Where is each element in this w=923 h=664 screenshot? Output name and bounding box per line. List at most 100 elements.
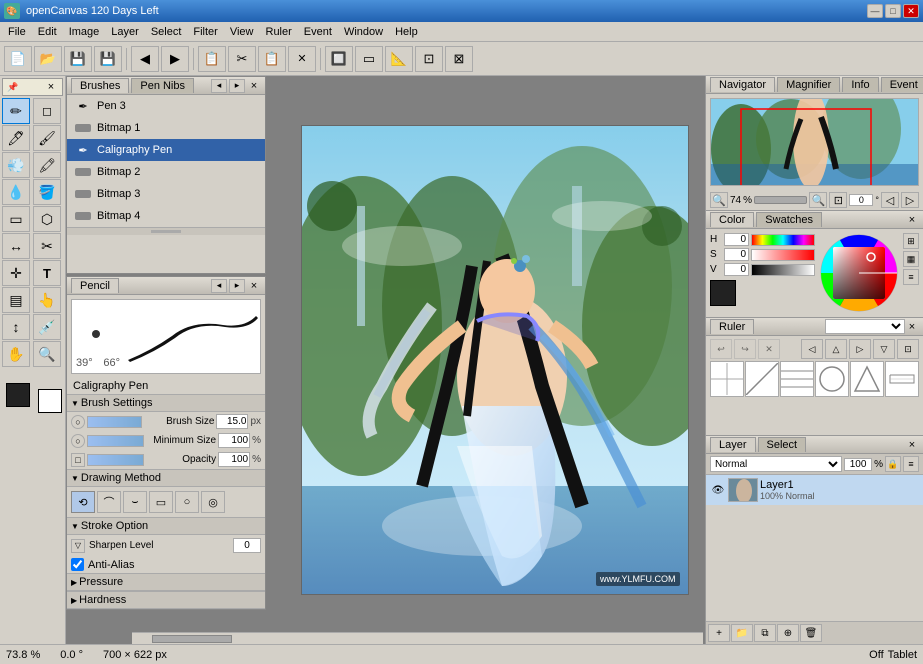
color-wheel-container[interactable] bbox=[819, 233, 899, 313]
brush-bitmap4[interactable]: Bitmap 4 bbox=[67, 205, 265, 227]
move-tool[interactable]: ✛ bbox=[2, 260, 30, 286]
menu-edit[interactable]: Edit bbox=[32, 24, 63, 40]
ruler-up-arr[interactable]: △ bbox=[825, 339, 847, 359]
zoom-tool[interactable]: 🔍 bbox=[33, 341, 61, 367]
ruler-redo[interactable]: ↪ bbox=[734, 339, 756, 359]
save-as-button[interactable]: 💾 bbox=[94, 46, 122, 72]
info-tab[interactable]: Info bbox=[842, 77, 878, 92]
layer-tab[interactable]: Layer bbox=[710, 437, 756, 452]
canvas[interactable]: www.YLMFU.COM bbox=[301, 125, 689, 595]
layer-row[interactable]: 👁 Layer1 100% Normal bbox=[706, 475, 923, 505]
pen-tool[interactable]: 🖊 bbox=[2, 125, 30, 151]
menu-file[interactable]: File bbox=[2, 24, 32, 40]
opacity-input[interactable] bbox=[218, 452, 250, 467]
paste-button[interactable]: 📋 bbox=[258, 46, 286, 72]
lasso-tool[interactable]: ⬡ bbox=[33, 206, 61, 232]
menu-event[interactable]: Event bbox=[298, 24, 338, 40]
brush-settings-header[interactable]: ▼ Brush Settings bbox=[67, 394, 265, 412]
toolbox-close[interactable]: × bbox=[44, 80, 58, 94]
ruler-dropdown[interactable] bbox=[825, 319, 905, 334]
min-size-toggle[interactable]: ○ bbox=[71, 434, 85, 448]
minimize-button[interactable]: — bbox=[867, 4, 883, 18]
maximize-button[interactable]: □ bbox=[885, 4, 901, 18]
marker-tool[interactable]: 🖍 bbox=[33, 152, 61, 178]
brush-size-slider[interactable] bbox=[87, 416, 142, 428]
rect-select-tool[interactable]: ▭ bbox=[2, 206, 30, 232]
text-tool[interactable]: T bbox=[33, 260, 61, 286]
dm-icon5[interactable]: ○ bbox=[175, 491, 199, 513]
ruler-down-arr[interactable]: ▽ bbox=[873, 339, 895, 359]
settings-scroll-right[interactable]: ▸ bbox=[229, 279, 245, 293]
brush-bitmap1[interactable]: Bitmap 1 bbox=[67, 117, 265, 139]
select-tab[interactable]: Select bbox=[758, 437, 807, 452]
brushes-tab[interactable]: Brushes bbox=[71, 78, 129, 93]
brushes-resize-handle[interactable] bbox=[67, 227, 265, 235]
eraser-tool[interactable]: ◻ bbox=[33, 98, 61, 124]
ruler-pattern5[interactable] bbox=[850, 361, 884, 397]
layer-lock-btn[interactable]: 🔒 bbox=[885, 456, 901, 472]
h-scrollbar[interactable] bbox=[132, 632, 703, 644]
angle-right[interactable]: ▷ bbox=[901, 192, 919, 208]
h-input[interactable] bbox=[724, 233, 749, 246]
brushes-scroll-right[interactable]: ▸ bbox=[229, 79, 245, 93]
brush-bitmap3[interactable]: Bitmap 3 bbox=[67, 183, 265, 205]
grad-tool[interactable]: ▤ bbox=[2, 287, 30, 313]
brushes-scroll-left[interactable]: ◂ bbox=[211, 79, 227, 93]
ruler-undo[interactable]: ↩ bbox=[710, 339, 732, 359]
blend-mode-select[interactable]: Normal bbox=[710, 456, 842, 472]
color-rgb-btn[interactable]: ▦ bbox=[903, 251, 919, 267]
hardness-header[interactable]: ▶ Hardness bbox=[67, 591, 265, 609]
zoom-reset[interactable]: ⊡ bbox=[829, 192, 847, 208]
select-button[interactable]: 📐 bbox=[385, 46, 413, 72]
redo-button[interactable]: ▶ bbox=[161, 46, 189, 72]
toolbox-pin[interactable]: 📌 bbox=[7, 82, 18, 93]
ruler-tab[interactable]: Ruler bbox=[710, 319, 754, 334]
navigator-tab[interactable]: Navigator bbox=[710, 77, 775, 92]
dm-icon4[interactable]: ▭ bbox=[149, 491, 173, 513]
fill-tool[interactable]: 💧 bbox=[2, 179, 30, 205]
dm-icon6[interactable]: ◎ bbox=[201, 491, 225, 513]
min-size-input[interactable] bbox=[218, 433, 250, 448]
color-copy-btn[interactable]: ⊞ bbox=[903, 233, 919, 249]
zoom-out-icon[interactable]: 🔍 bbox=[710, 192, 728, 208]
pencil-tab[interactable]: Pencil bbox=[71, 278, 119, 293]
angle-input[interactable] bbox=[849, 194, 873, 206]
zoom-fit-button[interactable]: ⊡ bbox=[415, 46, 443, 72]
ruler-pattern2[interactable] bbox=[745, 361, 779, 397]
swatches-tab[interactable]: Swatches bbox=[756, 212, 822, 227]
layer-add-btn[interactable]: + bbox=[708, 624, 730, 642]
pressure-header[interactable]: ▶ Pressure bbox=[67, 573, 265, 591]
ruler-pattern3[interactable] bbox=[780, 361, 814, 397]
dm-icon1[interactable]: ⟲ bbox=[71, 491, 95, 513]
brush-caligraphy[interactable]: ✒ Caligraphy Pen bbox=[67, 139, 265, 161]
close-button[interactable]: ✕ bbox=[903, 4, 919, 18]
event-tab[interactable]: Event bbox=[881, 77, 923, 92]
h-slider[interactable] bbox=[751, 234, 815, 246]
color-hex-btn[interactable]: ≡ bbox=[903, 269, 919, 285]
layer-eye-icon[interactable]: 👁 bbox=[710, 482, 726, 498]
v-slider[interactable] bbox=[751, 264, 815, 276]
drawing-method-header[interactable]: ▼ Drawing Method bbox=[67, 469, 265, 487]
transform-tool[interactable]: ↔ bbox=[2, 233, 30, 259]
layer-dup-btn[interactable]: ⧉ bbox=[754, 624, 776, 642]
color-tab[interactable]: Color bbox=[710, 212, 754, 227]
transform-button[interactable]: 🔲 bbox=[325, 46, 353, 72]
layer-folder-btn[interactable]: 📁 bbox=[731, 624, 753, 642]
opacity-toggle[interactable]: □ bbox=[71, 453, 85, 467]
select-rect-button[interactable]: ▭ bbox=[355, 46, 383, 72]
layer-opacity-input[interactable] bbox=[844, 458, 872, 471]
layer-del-btn[interactable]: 🗑 bbox=[800, 624, 822, 642]
brush-tool[interactable]: 🖌 bbox=[33, 125, 61, 151]
ruler-right-arr[interactable]: ▷ bbox=[849, 339, 871, 359]
stroke-option-header[interactable]: ▼ Stroke Option bbox=[67, 517, 265, 535]
min-size-slider[interactable] bbox=[87, 435, 144, 447]
background-color[interactable] bbox=[38, 389, 62, 413]
eyedropper-tool[interactable]: 💉 bbox=[33, 314, 61, 340]
menu-window[interactable]: Window bbox=[338, 24, 389, 40]
zoom-in-icon[interactable]: 🔍 bbox=[809, 192, 827, 208]
menu-ruler[interactable]: Ruler bbox=[260, 24, 298, 40]
magnifier-tab[interactable]: Magnifier bbox=[777, 77, 840, 92]
opacity-slider[interactable] bbox=[87, 454, 144, 466]
ruler-pattern4[interactable] bbox=[815, 361, 849, 397]
ruler-pattern6[interactable] bbox=[885, 361, 919, 397]
